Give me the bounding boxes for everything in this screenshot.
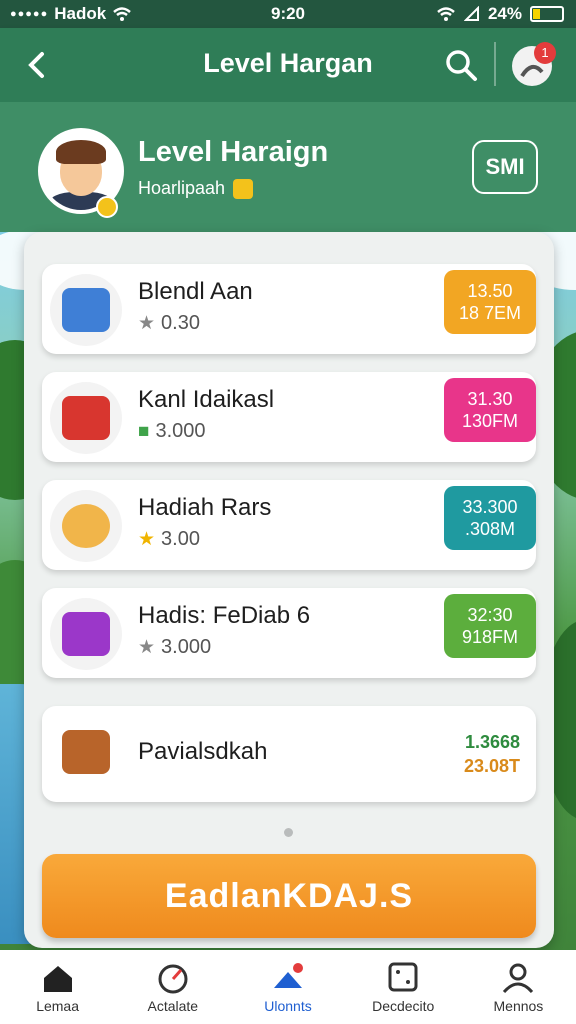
badge-line1: 13.50 — [467, 281, 513, 301]
item-value: 3.000 — [155, 420, 206, 442]
search-icon — [446, 50, 477, 81]
tab-rewards[interactable]: Ulonnts — [230, 950, 345, 1024]
price-badge[interactable]: 32:30 918FM — [444, 594, 536, 658]
treasure-chest-icon — [50, 716, 122, 788]
star-icon: ★ — [138, 529, 156, 550]
price-badge[interactable]: 13.50 18 7EM — [444, 270, 536, 334]
item-title: Kanl Idaikasl — [138, 386, 275, 413]
item-value-line1: 1.3668 — [464, 732, 520, 752]
home-icon — [43, 966, 72, 992]
item-value-line2: 23.08T — [463, 756, 520, 776]
sm-button[interactable]: SMI — [472, 140, 538, 194]
item-title: Blendl Aan — [138, 278, 253, 305]
gift-tag-icon — [50, 598, 122, 670]
dice-icon — [388, 962, 418, 992]
page-title: Level Hargan — [203, 48, 373, 78]
rewards-panel: Blendl Aan ★ 0.30 13.50 18 7EM Kanl Idai… — [24, 232, 554, 948]
page-indicator — [284, 828, 293, 837]
header-divider — [494, 42, 496, 86]
item-title: Pavialsdkah — [138, 738, 268, 765]
badge-line2: 918FM — [461, 627, 519, 647]
item-subtitle: ■ 3.000 — [138, 420, 206, 443]
cellular-icon — [463, 6, 479, 21]
battery-icon — [530, 6, 564, 22]
list-item[interactable]: Hadis: FeDiab 6 ★ 3.000 32:30 918FM — [42, 588, 536, 678]
app-header: Level Hargan 1 — [0, 28, 576, 102]
badge-line2: .308M — [464, 519, 516, 539]
wifi-icon — [437, 7, 455, 21]
item-subtitle: ★ 0.30 — [138, 312, 200, 335]
list-item[interactable]: Blendl Aan ★ 0.30 13.50 18 7EM — [42, 264, 536, 354]
profile-subtitle: Hoarlipaah — [138, 178, 226, 198]
level-badge-icon — [96, 196, 118, 218]
badge-line2: 18 7EM — [458, 303, 522, 323]
machine-icon — [50, 274, 122, 346]
badge-line1: 32:30 — [467, 605, 513, 625]
tab-profile[interactable]: Mennos — [461, 950, 576, 1024]
star-icon: ★ — [138, 313, 156, 334]
item-subtitle: ★ 3.00 — [138, 528, 200, 551]
search-button[interactable] — [444, 48, 478, 82]
item-value: 0.30 — [161, 312, 200, 334]
badge-line1: 31.30 — [467, 389, 513, 409]
tab-label: Lemaa — [36, 998, 79, 1014]
rewards-icon — [274, 963, 303, 988]
badge-line2: 130FM — [461, 411, 519, 431]
price-badge[interactable]: 31.30 130FM — [444, 378, 536, 442]
tab-activity[interactable]: Actalate — [115, 950, 230, 1024]
tab-label: Ulonnts — [264, 998, 312, 1014]
notification-badge: 1 — [534, 42, 556, 64]
item-subtitle: ★ 3.000 — [138, 636, 211, 659]
price-badge[interactable]: 33.300 .308M — [444, 486, 536, 550]
item-value-block: 1.3668 23.08T — [464, 730, 520, 778]
item-value: 3.00 — [161, 528, 200, 550]
profile-name: Level Haraign — [138, 136, 329, 168]
tab-dice[interactable]: Decdecito — [346, 950, 461, 1024]
tab-label: Mennos — [493, 998, 544, 1014]
claim-button[interactable]: EadlanKDAJ.S — [42, 854, 536, 938]
list-item[interactable]: Hadiah Rars ★ 3.00 33.300 .308M — [42, 480, 536, 570]
cookie-icon — [50, 490, 122, 562]
gauge-icon — [158, 964, 188, 994]
profile-subtitle-row: Hoarlipaah — [138, 178, 254, 199]
tab-label: Actalate — [147, 998, 199, 1014]
item-title: Hadis: FeDiab 6 — [138, 602, 311, 629]
tab-label: Decdecito — [372, 998, 435, 1014]
star-icon: ★ — [138, 637, 156, 658]
tab-home[interactable]: Lemaa — [0, 950, 115, 1024]
profile-section: Level Haraign Hoarlipaah SMI — [0, 102, 576, 232]
item-title: Hadiah Rars — [138, 494, 272, 521]
crown-icon — [233, 178, 254, 199]
badge-line1: 33.300 — [462, 497, 518, 517]
status-bar: ●●●●● Hadok 9:20 24% — [0, 0, 576, 28]
item-value: 3.000 — [161, 636, 212, 658]
list-item[interactable]: Pavialsdkah 1.3668 23.08T — [42, 706, 536, 802]
bottom-nav: Lemaa Actalate Ulonnts Decdecito Mennos — [0, 950, 576, 1024]
battery-percent: 24% — [487, 4, 522, 23]
list-item[interactable]: Kanl Idaikasl ■ 3.000 31.30 130FM — [42, 372, 536, 462]
gift-box-icon — [50, 382, 122, 454]
user-icon — [503, 963, 534, 994]
cash-icon: ■ — [138, 420, 150, 442]
